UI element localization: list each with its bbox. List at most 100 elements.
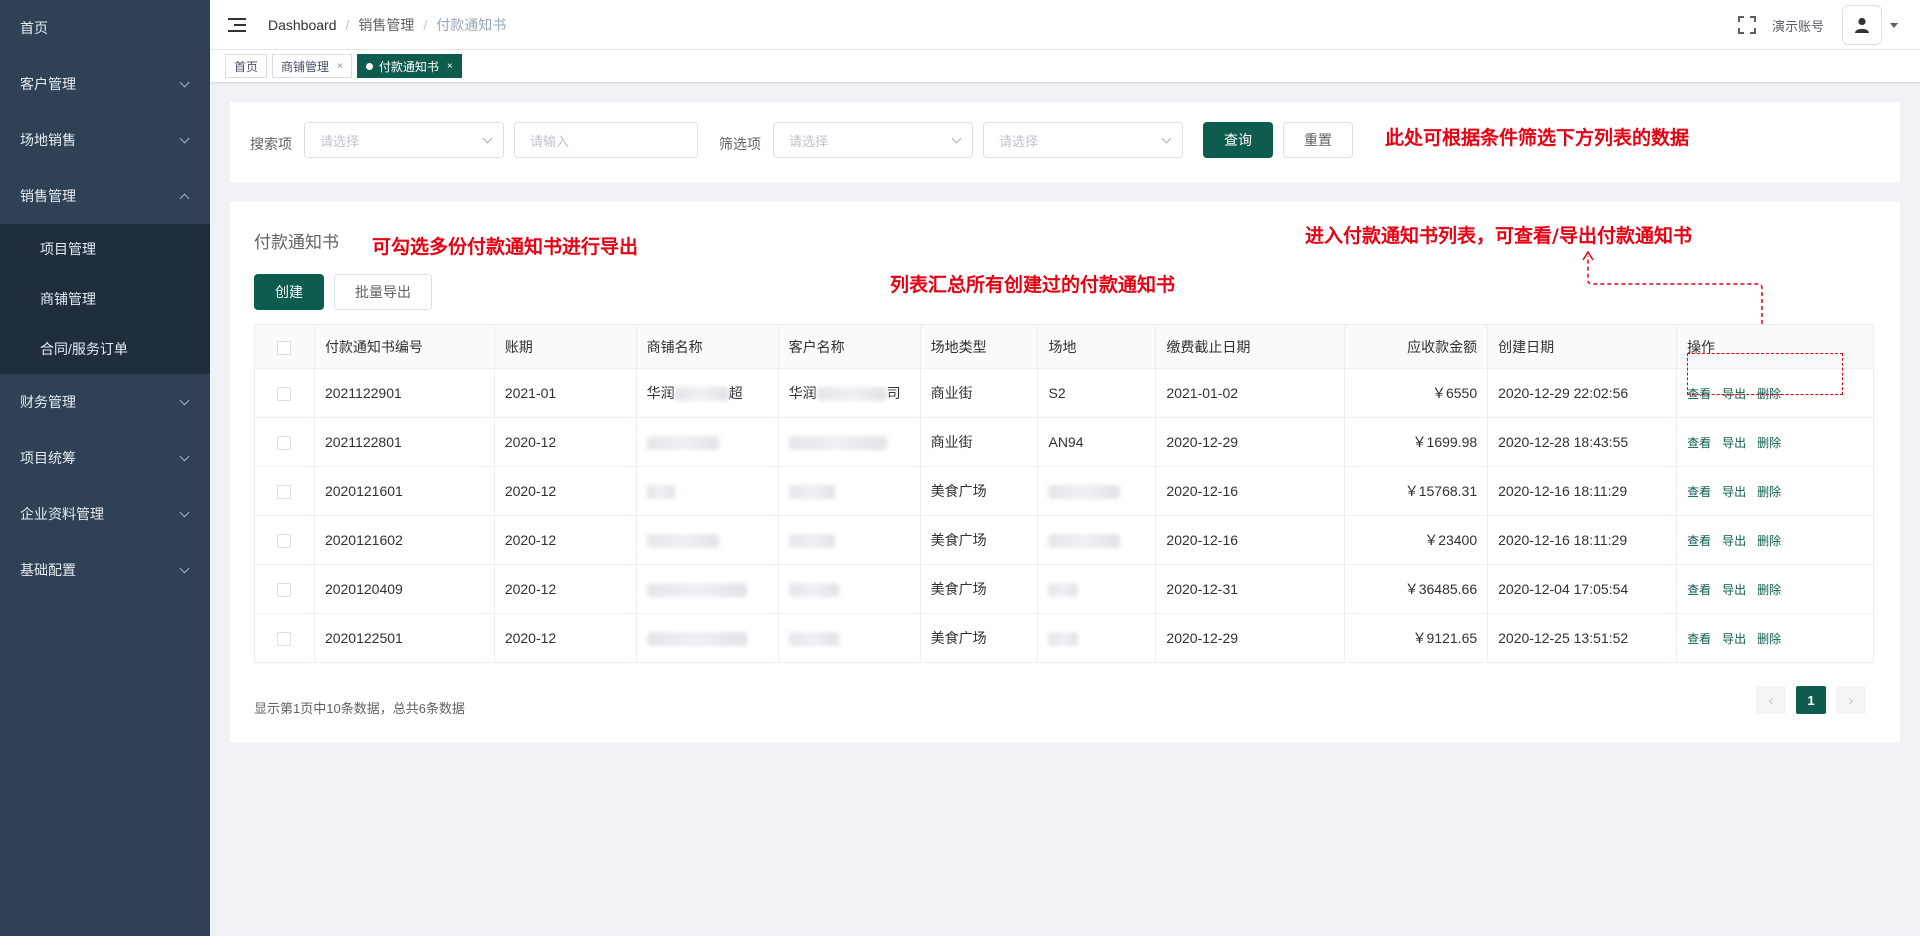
cell-customer	[778, 417, 921, 467]
delete-link[interactable]: 删除	[1757, 436, 1781, 450]
top-header: Dashboard / 销售管理 / 付款通知书 演示账号	[210, 0, 1920, 50]
tag-payment-notice[interactable]: 付款通知书 ×	[356, 54, 462, 78]
page-1-button[interactable]: 1	[1796, 686, 1826, 714]
table-row: 2021122901 2021-01 华润超 华润司 商业街 S2 2021-0…	[254, 368, 1874, 418]
row-checkbox[interactable]	[277, 534, 292, 549]
chevron-down-icon	[179, 563, 190, 573]
delete-link[interactable]: 删除	[1757, 583, 1781, 597]
fullscreen-icon[interactable]	[1737, 16, 1756, 34]
export-link[interactable]: 导出	[1722, 632, 1746, 646]
breadcrumb-dashboard[interactable]: Dashboard	[268, 17, 337, 33]
cell-venue: S2	[1037, 368, 1157, 418]
cell-venue-type: 美食广场	[920, 613, 1039, 663]
cell-due-date: 2020-12-29	[1155, 417, 1346, 467]
cell-venue	[1037, 613, 1157, 663]
caret-down-icon[interactable]	[1890, 22, 1898, 28]
cell-due-date: 2020-12-16	[1155, 466, 1346, 516]
cell-created: 2020-12-28 18:43:55	[1487, 417, 1678, 467]
delete-link[interactable]: 删除	[1757, 534, 1781, 548]
cell-amount: ￥36485.66	[1344, 564, 1489, 614]
sidebar-item-shop[interactable]: 商铺管理	[0, 274, 210, 324]
main-content: 搜索项 请选择 请输入 筛选项 请选择 请选择 查询 重置 此处可根据条件筛选下…	[210, 84, 1920, 936]
row-checkbox[interactable]	[277, 436, 292, 451]
cell-venue	[1037, 466, 1157, 516]
view-link[interactable]: 查看	[1687, 583, 1711, 597]
export-link[interactable]: 导出	[1722, 534, 1746, 548]
close-icon[interactable]: ×	[337, 61, 343, 72]
reset-button[interactable]: 重置	[1283, 122, 1353, 158]
export-link[interactable]: 导出	[1722, 485, 1746, 499]
cell-period: 2021-01	[494, 368, 637, 418]
row-checkbox[interactable]	[277, 485, 292, 500]
view-link[interactable]: 查看	[1687, 436, 1711, 450]
sidebar-item-enterprise[interactable]: 企业资料管理	[0, 486, 210, 542]
col-venue-type: 场地类型	[920, 324, 1039, 369]
prev-page-button[interactable]: ‹	[1756, 686, 1786, 714]
tag-shop[interactable]: 商铺管理 ×	[272, 54, 352, 78]
chevron-down-icon	[482, 133, 493, 144]
cell-actions: 查看 导出 删除	[1676, 564, 1874, 614]
sidebar-item-finance[interactable]: 财务管理	[0, 374, 210, 430]
avatar[interactable]	[1842, 5, 1882, 45]
chevron-down-icon	[179, 451, 190, 461]
table-row: 2020122501 2020-12 美食广场 2020-12-29 ￥9121…	[254, 613, 1874, 663]
cell-actions: 查看 导出 删除	[1676, 515, 1874, 565]
cell-period: 2020-12	[494, 417, 637, 467]
menu-toggle-icon[interactable]	[228, 17, 246, 32]
cell-venue-type: 商业街	[920, 417, 1039, 467]
sidebar-item-base-config[interactable]: 基础配置	[0, 542, 210, 598]
col-created: 创建日期	[1487, 324, 1678, 369]
export-link[interactable]: 导出	[1722, 583, 1746, 597]
view-link[interactable]: 查看	[1687, 632, 1711, 646]
cell-id: 2021122901	[314, 368, 495, 418]
cell-due-date: 2020-12-31	[1155, 564, 1346, 614]
sidebar-item-customer[interactable]: 客户管理	[0, 56, 210, 112]
row-checkbox[interactable]	[277, 632, 292, 647]
cell-amount: ￥9121.65	[1344, 613, 1489, 663]
export-link[interactable]: 导出	[1722, 436, 1746, 450]
view-link[interactable]: 查看	[1687, 485, 1711, 499]
filter-select-1[interactable]: 请选择	[773, 122, 973, 158]
user-icon	[1855, 17, 1869, 33]
sidebar-item-sales[interactable]: 销售管理	[0, 168, 210, 224]
sidebar-item-coordination[interactable]: 项目统筹	[0, 430, 210, 486]
annotation-list: 列表汇总所有创建过的付款通知书	[890, 274, 1176, 296]
chevron-down-icon	[179, 507, 190, 517]
select-all-checkbox[interactable]	[277, 340, 292, 355]
search-field-select[interactable]: 请选择	[304, 122, 504, 158]
cell-shop	[636, 466, 779, 516]
table-row: 2021122801 2020-12 商业街 AN94 2020-12-29 ￥…	[254, 417, 1874, 467]
cell-id: 2020121602	[314, 515, 495, 565]
cell-customer	[778, 466, 921, 516]
tag-home[interactable]: 首页	[225, 54, 268, 78]
col-venue: 场地	[1037, 324, 1157, 369]
filter-select-2[interactable]: 请选择	[983, 122, 1183, 158]
breadcrumb-sales[interactable]: 销售管理	[358, 15, 414, 35]
create-button[interactable]: 创建	[254, 274, 324, 310]
cell-customer	[778, 564, 921, 614]
delete-link[interactable]: 删除	[1757, 485, 1781, 499]
chevron-down-icon	[179, 395, 190, 405]
search-input[interactable]: 请输入	[514, 122, 698, 158]
view-link[interactable]: 查看	[1687, 534, 1711, 548]
col-id: 付款通知书编号	[314, 324, 495, 369]
row-checkbox[interactable]	[277, 387, 292, 402]
cell-customer	[778, 613, 921, 663]
next-page-button[interactable]: ›	[1836, 686, 1866, 714]
query-button[interactable]: 查询	[1203, 122, 1273, 158]
chevron-down-icon	[1161, 133, 1172, 144]
close-icon[interactable]: ×	[447, 61, 453, 72]
sidebar-item-project[interactable]: 项目管理	[0, 224, 210, 274]
cell-id: 2020120409	[314, 564, 495, 614]
sidebar-item-home[interactable]: 首页	[0, 0, 210, 56]
cell-customer: 华润司	[778, 368, 921, 418]
row-checkbox[interactable]	[277, 583, 292, 598]
delete-link[interactable]: 删除	[1757, 632, 1781, 646]
sidebar-item-venue-sales[interactable]: 场地销售	[0, 112, 210, 168]
col-amount: 应收款金额	[1344, 324, 1489, 369]
batch-export-button[interactable]: 批量导出	[334, 274, 432, 310]
sidebar-item-contract[interactable]: 合同/服务订单	[0, 324, 210, 374]
col-customer: 客户名称	[778, 324, 921, 369]
cell-actions: 查看 导出 删除	[1676, 613, 1874, 663]
account-name[interactable]: 演示账号	[1772, 16, 1824, 35]
